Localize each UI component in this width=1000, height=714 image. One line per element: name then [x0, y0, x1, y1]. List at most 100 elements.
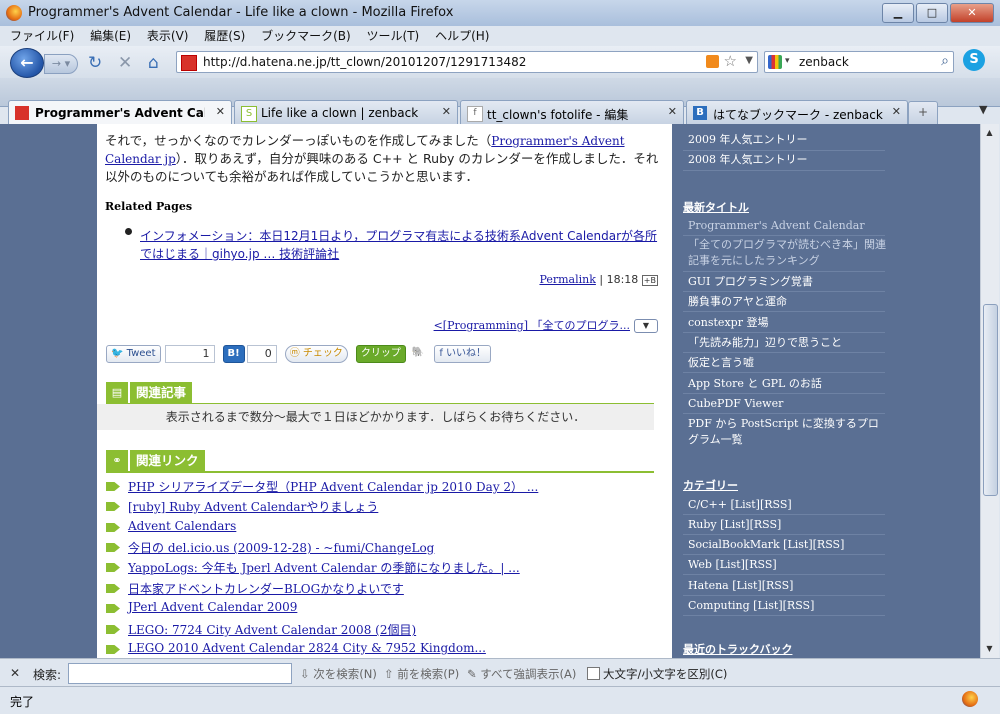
sidebar-recent-item[interactable]: CubePDF Viewer — [688, 396, 886, 412]
menu-help[interactable]: ヘルプ(H) — [435, 26, 489, 46]
sidebar-recent-item[interactable]: constexpr 登場 — [688, 315, 886, 331]
site-favicon — [181, 55, 197, 71]
close-tab-icon[interactable]: ✕ — [668, 105, 677, 118]
stop-icon[interactable]: ✕ — [118, 53, 132, 73]
close-tab-icon[interactable]: ✕ — [216, 105, 225, 118]
facebook-like-button[interactable]: f いいね！ — [434, 345, 492, 363]
tab-programmers-advent-calendar[interactable]: Programmer's Advent Calen... ✕ — [8, 100, 232, 125]
category-heading[interactable]: カテゴリー — [683, 477, 738, 493]
close-tab-icon[interactable]: ✕ — [892, 105, 901, 118]
sidebar-category-item[interactable]: Computing [List][RSS] — [688, 598, 886, 614]
social-buttons: 🐦 Tweet 1 B! 0 ⓜ チェック クリップ 🐘 f いいね！ — [106, 345, 492, 363]
sidebar-popular-2009[interactable]: 2009 年人気エントリー — [688, 132, 886, 148]
permalink-link[interactable]: Permalink — [539, 273, 595, 286]
search-icon[interactable]: ⌕ — [941, 53, 949, 69]
hatena-bookmark-button[interactable]: B! — [222, 345, 245, 363]
entry-dropdown-icon[interactable]: ▼ — [634, 319, 658, 333]
close-find-bar-icon[interactable]: ✕ — [10, 666, 20, 680]
menu-tools[interactable]: ツール(T) — [367, 26, 420, 46]
loading-notice: 表示されるまで数分〜最大で１日ほどかかります．しばらくお待ちください． — [97, 404, 654, 430]
menu-edit[interactable]: 編集(E) — [90, 26, 131, 46]
find-previous-button[interactable]: ⇧ 前を検索(P) — [384, 666, 459, 682]
sidebar-category-item[interactable]: SocialBookMark [List][RSS] — [688, 537, 886, 553]
sidebar-recent-item[interactable]: 「全てのプログラマが読むべき本」関連記事を元にしたランキング — [688, 237, 886, 269]
back-button[interactable]: ← — [10, 48, 44, 78]
menu-file[interactable]: ファイル(F) — [10, 26, 74, 46]
main-column: それで，せっかくなのでカレンダーっぽいものを作成してみました（Programme… — [97, 124, 672, 658]
status-bar: 完了 — [0, 686, 1000, 714]
tweet-count: 1 — [164, 345, 215, 363]
find-next-button[interactable]: ⇩ 次を検索(N) — [300, 666, 377, 682]
highlight-all-button[interactable]: ✎ すべて強調表示(A) — [467, 666, 576, 682]
sidebar-category-item[interactable]: C/C++ [List][RSS] — [688, 497, 886, 513]
search-engine-dropdown-icon[interactable]: ▾ — [785, 56, 790, 66]
permalink-area: Permalink | 18:18 +B — [539, 273, 658, 286]
prev-entry-link[interactable]: <[Programming] 「全てのプログラ... — [434, 319, 630, 332]
firefox-icon — [6, 5, 22, 21]
hatena-bookmark-favicon: B — [693, 106, 707, 120]
sidebar-recent-item[interactable]: Programmer's Advent Calendar — [688, 218, 886, 234]
sidebar-category-item[interactable]: Hatena [List][RSS] — [688, 578, 886, 594]
scroll-thumb[interactable] — [983, 304, 998, 496]
url-bar[interactable]: http://d.hatena.ne.jp/tt_clown/20101207/… — [176, 51, 758, 73]
scroll-up-icon[interactable]: ▲ — [983, 126, 996, 140]
arrow-icon — [106, 523, 120, 532]
firefox-status-icon — [962, 691, 978, 707]
maximize-button[interactable]: □ — [916, 3, 948, 23]
menu-history[interactable]: 履歴(S) — [204, 26, 245, 46]
recent-trackbacks-heading[interactable]: 最近のトラックバック — [683, 641, 792, 657]
sidebar-category-item[interactable]: Web [List][RSS] — [688, 557, 886, 573]
close-tab-icon[interactable]: ✕ — [442, 105, 451, 118]
mixi-check-button[interactable]: ⓜ チェック — [284, 345, 348, 363]
list-all-tabs-icon[interactable]: ▼ — [979, 103, 987, 116]
gihyo-link[interactable]: インフォメーション：本日12月1日より，プログラマ有志による技術系Advent … — [140, 229, 657, 261]
url-text[interactable]: http://d.hatena.ne.jp/tt_clown/20101207/… — [203, 55, 526, 69]
sidebar-popular-2008[interactable]: 2008 年人気エントリー — [688, 152, 886, 168]
google-icon[interactable] — [768, 55, 782, 69]
window-title: Programmer's Advent Calendar - Life like… — [28, 5, 454, 20]
bookmark-star-icon[interactable]: ☆ — [724, 52, 737, 70]
find-input[interactable] — [68, 663, 292, 684]
evernote-icon[interactable]: 🐘 — [408, 345, 428, 361]
sidebar-recent-item[interactable]: PDF から PostScript に変換するプログラム一覧 — [688, 416, 886, 448]
menu-bar: ファイル(F) 編集(E) 表示(V) 履歴(S) ブックマーク(B) ツール(… — [0, 26, 1000, 46]
scroll-down-icon[interactable]: ▼ — [983, 642, 996, 656]
page-scrollbar[interactable]: ▲ ▼ — [980, 124, 999, 658]
rss-icon[interactable] — [706, 55, 719, 68]
recent-titles-heading[interactable]: 最新タイトル — [683, 199, 749, 215]
arrow-icon — [106, 604, 120, 613]
tab-label: Life like a clown | zenback — [261, 106, 419, 120]
find-label: 検索: — [33, 668, 62, 682]
arrow-icon — [106, 482, 120, 491]
zenback-favicon: S — [241, 106, 257, 122]
arrow-icon — [106, 563, 120, 572]
new-tab-button[interactable]: + — [908, 101, 938, 124]
home-icon[interactable]: ⌂ — [148, 53, 159, 73]
search-box[interactable]: ▾ zenback ⌕ — [764, 51, 954, 73]
menu-view[interactable]: 表示(V) — [147, 26, 189, 46]
search-input[interactable]: zenback — [799, 55, 849, 69]
tab-zenback[interactable]: S Life like a clown | zenback ✕ — [234, 100, 458, 124]
sidebar-recent-item[interactable]: 「先読み能力」辺りで思うこと — [688, 335, 886, 351]
sidebar: 2009 年人気エントリー 2008 年人気エントリー 最新タイトル Progr… — [674, 124, 980, 658]
sidebar-recent-item[interactable]: 勝負事のアヤと運命 — [688, 294, 886, 310]
minimize-button[interactable]: ▁ — [882, 3, 914, 23]
close-window-button[interactable]: ✕ — [950, 3, 994, 23]
reload-icon[interactable]: ↻ — [88, 53, 102, 73]
tweet-button[interactable]: 🐦 Tweet — [106, 345, 161, 363]
sidebar-recent-item[interactable]: 仮定と言う嘘 — [688, 355, 886, 371]
forward-button[interactable]: → ▾ — [44, 54, 78, 74]
hatena-bookmark-icon[interactable]: +B — [641, 275, 658, 286]
menu-bookmarks[interactable]: ブックマーク(B) — [261, 26, 351, 46]
url-dropdown-icon[interactable]: ▼ — [745, 55, 753, 66]
sidebar-recent-item[interactable]: App Store と GPL のお話 — [688, 376, 886, 392]
tab-hatena-bookmark[interactable]: B はてなブックマーク - zenback ✕ — [686, 100, 908, 124]
navigation-toolbar: ← → ▾ ↻ ✕ ⌂ http://d.hatena.ne.jp/tt_clo… — [0, 46, 1000, 78]
evernote-clip-button[interactable]: クリップ — [355, 345, 406, 363]
match-case-label[interactable]: 大文字/小文字を区別(C) — [603, 666, 727, 682]
skype-icon[interactable]: S — [963, 49, 985, 71]
sidebar-category-item[interactable]: Ruby [List][RSS] — [688, 517, 886, 533]
sidebar-recent-item[interactable]: GUI プログラミング覚書 — [688, 274, 886, 290]
tab-fotolife[interactable]: f tt_clown's fotolife - 編集 ✕ — [460, 100, 684, 124]
match-case-checkbox[interactable] — [587, 667, 600, 680]
